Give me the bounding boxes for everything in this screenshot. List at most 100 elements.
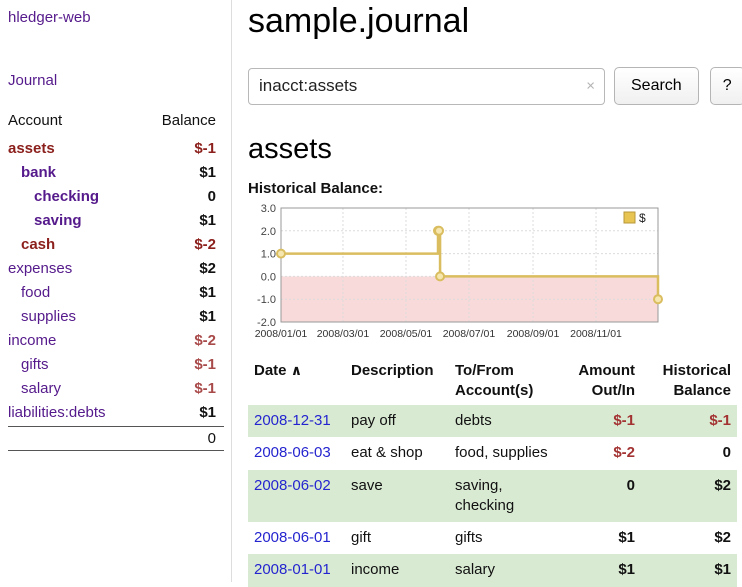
search-field-wrapper: × bbox=[248, 68, 605, 105]
account-row: cash $-2 bbox=[8, 232, 224, 256]
accounts-balance-table: Account Balance assets $-1 bank $1 check… bbox=[8, 109, 224, 451]
account-link[interactable]: saving bbox=[8, 212, 82, 229]
account-balance: $1 bbox=[199, 212, 216, 229]
chart-title: Historical Balance: bbox=[248, 180, 742, 197]
sidebar: hledger-web Journal Account Balance asse… bbox=[0, 0, 232, 582]
account-link[interactable]: cash bbox=[8, 236, 55, 253]
account-balance: $-2 bbox=[194, 236, 216, 253]
svg-text:2.0: 2.0 bbox=[261, 226, 276, 238]
transaction-balance: $2 bbox=[641, 470, 737, 523]
app-title-link[interactable]: hledger-web bbox=[8, 9, 231, 26]
transaction-date-link[interactable]: 2008-06-01 bbox=[254, 529, 331, 546]
register-row: 2008-06-01 gift gifts $1 $2 bbox=[248, 522, 737, 554]
account-balance: $-1 bbox=[194, 380, 216, 397]
account-link[interactable]: income bbox=[8, 332, 56, 349]
account-link[interactable]: bank bbox=[8, 164, 56, 181]
account-balance: $-1 bbox=[194, 356, 216, 373]
account-row: income $-2 bbox=[8, 328, 224, 352]
clear-search-icon[interactable]: × bbox=[586, 79, 595, 94]
account-link[interactable]: assets bbox=[8, 140, 55, 157]
account-balance: $1 bbox=[199, 308, 216, 325]
account-heading: assets bbox=[248, 133, 742, 166]
search-button[interactable]: Search bbox=[614, 67, 699, 105]
account-row: salary $-1 bbox=[8, 376, 224, 400]
main-content: sample.journal × Search ? assets Histori… bbox=[232, 0, 742, 582]
balance-chart-svg: 3.02.01.00.0-1.0-2.02008/01/012008/03/01… bbox=[248, 202, 666, 344]
accounts-column-header: To/From Account(s) bbox=[449, 356, 561, 405]
register-header-row: Date ∧ Description To/From Account(s) Am… bbox=[248, 356, 737, 405]
account-link[interactable]: expenses bbox=[8, 260, 72, 277]
accounts-total-row: 0 bbox=[8, 426, 224, 451]
svg-text:2008/09/01: 2008/09/01 bbox=[507, 328, 560, 340]
transaction-amount: 0 bbox=[561, 470, 641, 523]
search-input[interactable] bbox=[248, 68, 605, 105]
total-balance: 0 bbox=[208, 430, 216, 447]
register-row: 2008-06-03 eat & shop food, supplies $-2… bbox=[248, 437, 737, 469]
date-column-header[interactable]: Date ∧ bbox=[248, 356, 345, 405]
hledger-web-app: hledger-web Journal Account Balance asse… bbox=[0, 0, 742, 582]
transaction-description: pay off bbox=[345, 405, 449, 437]
svg-text:1.0: 1.0 bbox=[261, 249, 276, 261]
register-row: 2008-06-02 save saving, checking 0 $2 bbox=[248, 470, 737, 523]
transaction-amount: $1 bbox=[561, 522, 641, 554]
transaction-balance: 0 bbox=[641, 437, 737, 469]
transaction-date-link[interactable]: 2008-12-31 bbox=[254, 412, 331, 429]
historical-balance-column-header: Historical Balance bbox=[641, 356, 737, 405]
historical-balance-chart: 3.02.01.00.0-1.0-2.02008/01/012008/03/01… bbox=[248, 202, 668, 344]
account-row: saving $1 bbox=[8, 208, 224, 232]
svg-text:3.0: 3.0 bbox=[261, 203, 276, 215]
svg-text:2008/11/01: 2008/11/01 bbox=[570, 328, 622, 340]
account-balance: 0 bbox=[208, 188, 216, 205]
account-row: expenses $2 bbox=[8, 256, 224, 280]
svg-text:$: $ bbox=[639, 211, 646, 225]
account-row: liabilities:debts $1 bbox=[8, 400, 224, 424]
account-balance: $-1 bbox=[194, 140, 216, 157]
account-link[interactable]: gifts bbox=[8, 356, 49, 373]
register-row: 2008-12-31 pay off debts $-1 $-1 bbox=[248, 405, 737, 437]
transaction-date-link[interactable]: 2008-01-01 bbox=[254, 561, 331, 578]
account-row: supplies $1 bbox=[8, 304, 224, 328]
account-balance: $-2 bbox=[194, 332, 216, 349]
sort-ascending-icon: ∧ bbox=[291, 362, 302, 378]
account-rows: assets $-1 bank $1 checking 0 saving $1 … bbox=[8, 136, 224, 424]
svg-text:2008/07/01: 2008/07/01 bbox=[443, 328, 496, 340]
account-row: checking 0 bbox=[8, 184, 224, 208]
transaction-date-link[interactable]: 2008-06-02 bbox=[254, 477, 331, 494]
transaction-accounts: saving, checking bbox=[449, 470, 561, 523]
account-link[interactable]: checking bbox=[8, 188, 99, 205]
transaction-accounts: gifts bbox=[449, 522, 561, 554]
sidebar-journal-link[interactable]: Journal bbox=[8, 72, 231, 89]
transaction-date-link[interactable]: 2008-06-03 bbox=[254, 444, 331, 461]
balance-column-header: Balance bbox=[162, 112, 216, 129]
account-link[interactable]: supplies bbox=[8, 308, 76, 325]
svg-text:0.0: 0.0 bbox=[261, 271, 276, 283]
account-balance: $2 bbox=[199, 260, 216, 277]
account-link[interactable]: liabilities:debts bbox=[8, 404, 106, 421]
transaction-description: gift bbox=[345, 522, 449, 554]
amount-column-header: Amount Out/In bbox=[561, 356, 641, 405]
transaction-description: eat & shop bbox=[345, 437, 449, 469]
account-link[interactable]: food bbox=[8, 284, 50, 301]
register-rows: 2008-12-31 pay off debts $-1 $-1 2008-06… bbox=[248, 405, 737, 587]
transaction-accounts: food, supplies bbox=[449, 437, 561, 469]
transaction-balance: $2 bbox=[641, 522, 737, 554]
svg-text:2008/05/01: 2008/05/01 bbox=[380, 328, 433, 340]
account-link[interactable]: salary bbox=[8, 380, 61, 397]
svg-text:2008/01/01: 2008/01/01 bbox=[255, 328, 308, 340]
transaction-balance: $-1 bbox=[641, 405, 737, 437]
description-column-header: Description bbox=[345, 356, 449, 405]
account-row: assets $-1 bbox=[8, 136, 224, 160]
register-table: Date ∧ Description To/From Account(s) Am… bbox=[248, 356, 737, 587]
transaction-description: save bbox=[345, 470, 449, 523]
accounts-table-header: Account Balance bbox=[8, 109, 224, 136]
transaction-amount: $-2 bbox=[561, 437, 641, 469]
account-column-header: Account bbox=[8, 112, 62, 129]
help-button[interactable]: ? bbox=[710, 67, 742, 105]
account-balance: $1 bbox=[199, 404, 216, 421]
account-row: food $1 bbox=[8, 280, 224, 304]
account-balance: $1 bbox=[199, 284, 216, 301]
search-bar: × Search ? bbox=[248, 67, 742, 105]
transaction-amount: $-1 bbox=[561, 405, 641, 437]
svg-text:2008/03/01: 2008/03/01 bbox=[317, 328, 370, 340]
date-header-label: Date bbox=[254, 362, 287, 379]
